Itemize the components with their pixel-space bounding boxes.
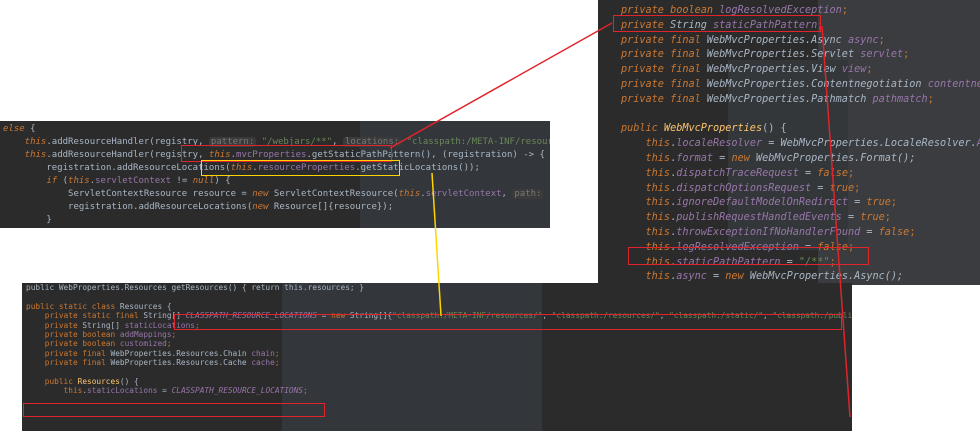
connector-red-top xyxy=(389,22,613,149)
connector-red-bottom xyxy=(821,25,851,418)
connector-yellow xyxy=(431,172,442,317)
connector-overlay xyxy=(389,22,851,418)
